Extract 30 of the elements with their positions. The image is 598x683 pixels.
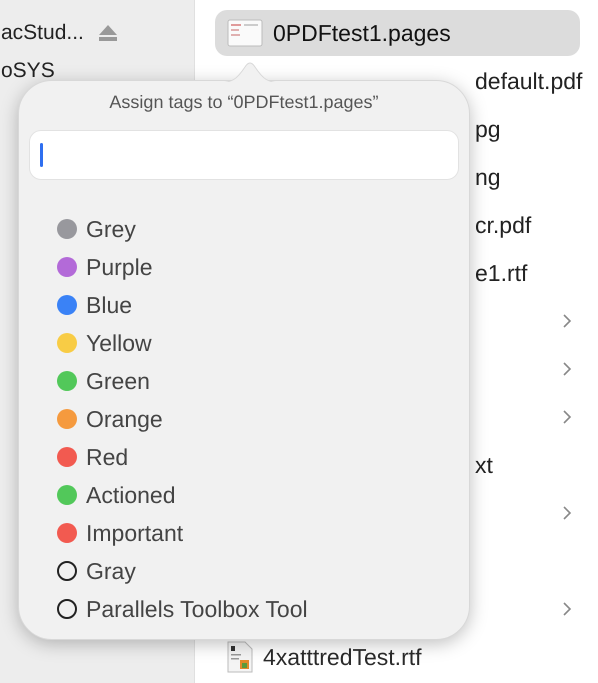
file-name: default.pdf — [475, 66, 582, 96]
file-name: cr.pdf — [475, 210, 532, 240]
tag-item[interactable]: Green — [86, 364, 150, 398]
chevron-icon — [562, 409, 572, 425]
tag-input-field[interactable] — [29, 130, 459, 180]
tag-item[interactable]: Parallels Toolbox Tool — [86, 592, 308, 626]
tag-item[interactable]: Yellow — [86, 326, 152, 360]
document-icon — [227, 19, 263, 47]
tag-item[interactable]: Grey — [86, 212, 136, 246]
tag-item[interactable]: Red — [86, 440, 128, 474]
file-name: ng — [475, 162, 501, 192]
tag-item[interactable]: Purple — [86, 250, 152, 284]
file-name: 4xatttredTest.rtf — [263, 642, 422, 672]
file-name: xt — [475, 450, 493, 480]
chevron-icon — [562, 313, 572, 329]
file-row[interactable]: 0PDFtest1.pages — [215, 10, 580, 56]
tag-item[interactable]: Gray — [86, 554, 136, 588]
tag-item[interactable]: Actioned — [86, 478, 176, 512]
tag-item[interactable]: Important — [86, 516, 184, 550]
file-name: e1.rtf — [475, 258, 528, 288]
tag-item[interactable]: Orange — [86, 402, 163, 436]
file-name: 0PDFtest1.pages — [273, 18, 451, 48]
file-name: pg — [475, 114, 501, 144]
eject-icon[interactable] — [98, 24, 118, 42]
chevron-icon — [562, 361, 572, 377]
tag-item[interactable]: Blue — [86, 288, 132, 322]
chevron-icon — [562, 505, 572, 521]
sidebar-item[interactable]: acStud... — [1, 17, 84, 49]
chevron-icon — [562, 601, 572, 617]
popover-title: Assign tags to “0PDFtest1.pages” — [108, 91, 380, 114]
